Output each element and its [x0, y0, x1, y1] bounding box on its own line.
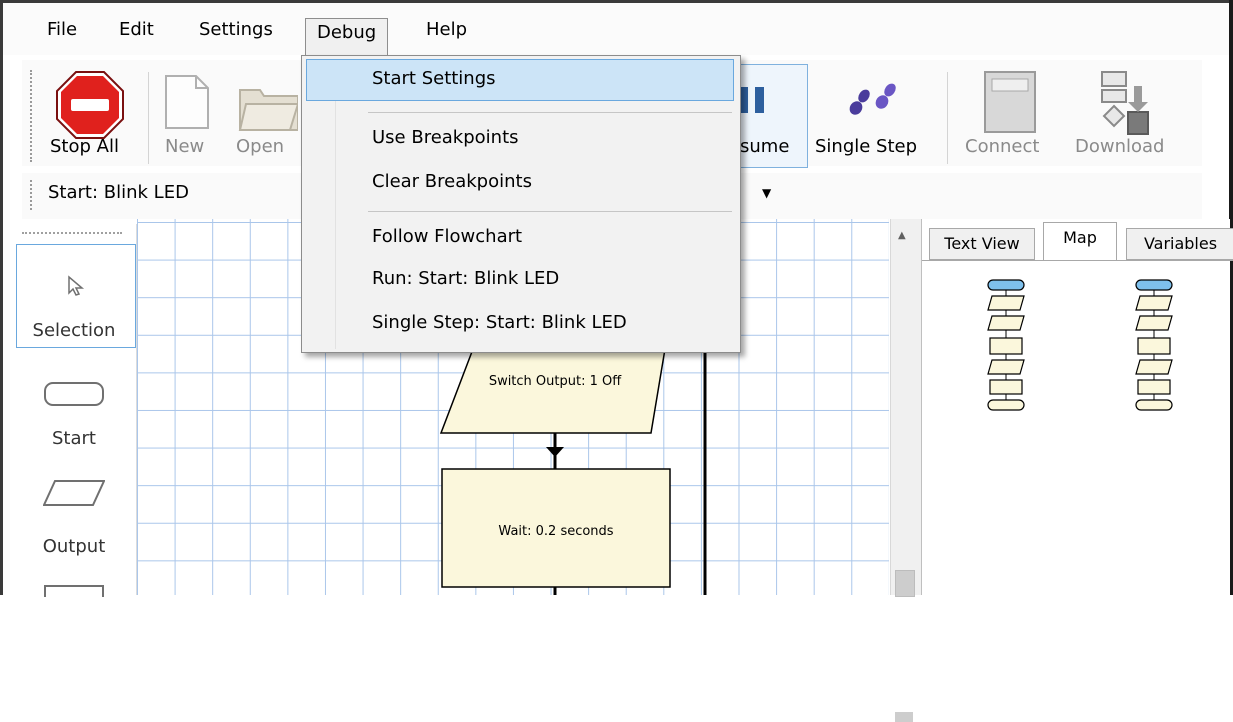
palette-next-shape-icon[interactable] [44, 585, 104, 597]
menu-icon-gutter [305, 59, 336, 349]
stop-sign-icon [56, 71, 124, 139]
menu-debug[interactable]: Debug [305, 18, 389, 59]
download-label: Download [1075, 136, 1165, 157]
open-folder-icon [238, 89, 298, 131]
tab-text-view[interactable]: Text View [929, 228, 1035, 260]
menu-separator [368, 211, 732, 212]
menu-separator [368, 112, 732, 113]
controller-icon [984, 71, 1036, 133]
scroll-up-arrow-icon[interactable]: ▲ [898, 230, 906, 241]
tab-map[interactable]: Map [1043, 222, 1117, 261]
open-label: Open [236, 136, 285, 157]
connect-label: Connect [965, 136, 1040, 157]
resume-icon [739, 87, 764, 113]
menu-item-clear-breakpoints[interactable]: Clear Breakpoints [372, 171, 532, 192]
start-selector-combobox[interactable]: Start: Blink LED [48, 182, 189, 203]
combobox-dropdown-arrow[interactable]: ▼ [762, 186, 771, 200]
pointer-arrow-icon [68, 275, 85, 296]
new-document-icon [165, 75, 209, 129]
palette-selection-label: Selection [32, 320, 116, 341]
palette-start-label: Start [52, 428, 96, 449]
output-block-text: Switch Output: 1 Off [488, 374, 622, 389]
menu-item-follow-flowchart[interactable]: Follow Flowchart [372, 226, 522, 247]
footsteps-icon [849, 83, 896, 115]
wait-block-text: Wait: 0.2 seconds [498, 524, 614, 539]
menu-settings[interactable]: Settings [189, 16, 283, 44]
menu-item-run-start[interactable]: Run: Start: Blink LED [372, 268, 559, 289]
parallelogram-icon [43, 480, 105, 506]
toolbar-separator [947, 72, 948, 164]
flowchart-map-thumbnails[interactable] [970, 276, 1230, 426]
scrollbar-thumb[interactable] [895, 570, 915, 597]
menu-item-single-step-start[interactable]: Single Step: Start: Blink LED [372, 312, 627, 333]
menu-file[interactable]: File [37, 16, 87, 44]
menu-item-highlight [306, 59, 734, 101]
new-label: New [165, 136, 205, 157]
menu-item-use-breakpoints[interactable]: Use Breakpoints [372, 127, 519, 148]
scrollbar-thumb[interactable] [895, 712, 913, 722]
rounded-rectangle-icon [44, 382, 104, 406]
download-icon [1101, 71, 1149, 135]
menu-item-start-settings[interactable]: Start Settings [372, 68, 496, 89]
selector-grip[interactable] [30, 180, 35, 210]
tab-variables[interactable]: Variables [1126, 228, 1233, 260]
window-frame-left [0, 0, 3, 595]
toolbar-grip[interactable] [30, 70, 35, 162]
tab-strip-border [922, 260, 1233, 261]
output-block[interactable] [439, 348, 666, 434]
toolbar-separator [148, 72, 149, 164]
single-step-label: Single Step [815, 136, 918, 157]
resume-label: sume [740, 136, 790, 157]
menu-edit[interactable]: Edit [109, 16, 164, 44]
palette-output-label: Output [42, 536, 106, 557]
stop-all-label: Stop All [50, 136, 119, 157]
palette-grip [22, 232, 122, 236]
menu-help[interactable]: Help [416, 16, 477, 44]
menu-bar [3, 3, 1229, 55]
app-window: File Edit Settings Debug Help Stop All N… [0, 0, 1233, 722]
canvas-vertical-scrollbar[interactable] [890, 219, 921, 595]
